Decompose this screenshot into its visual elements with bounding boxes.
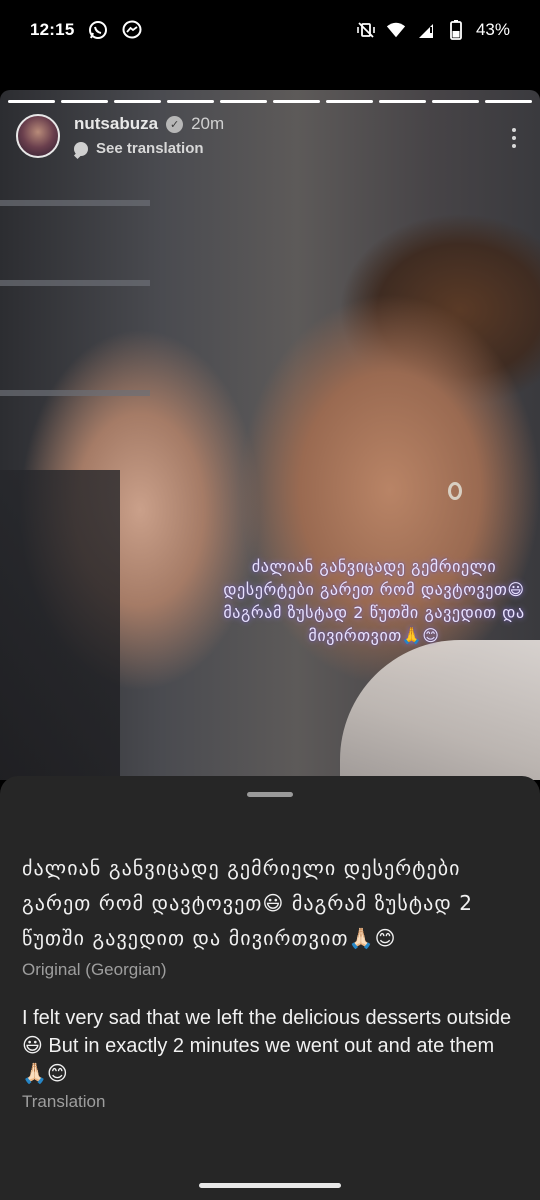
verified-badge-icon: ✓ bbox=[166, 115, 184, 133]
progress-segment bbox=[326, 100, 373, 103]
story-caption: ძალიან განვიცადე გემრიელი დესერტები გარე… bbox=[223, 557, 525, 645]
background-shelf bbox=[0, 200, 150, 206]
translation-text: I felt very sad that we left the delicio… bbox=[22, 1007, 512, 1085]
progress-segment bbox=[485, 100, 532, 103]
story-viewer[interactable]: nutsabuza ✓ 20m See translation ძალიან გ… bbox=[0, 90, 540, 780]
status-right: 43% bbox=[356, 20, 510, 40]
see-translation-button[interactable]: See translation bbox=[74, 140, 224, 157]
background-shelf bbox=[0, 280, 150, 286]
see-translation-label: See translation bbox=[96, 140, 204, 157]
status-time: 12:15 bbox=[30, 20, 75, 39]
story-progress bbox=[8, 100, 532, 103]
more-options-button[interactable] bbox=[504, 124, 524, 152]
sheet-drag-handle[interactable] bbox=[247, 792, 293, 797]
original-label: Original (Georgian) bbox=[22, 960, 167, 979]
background-panel bbox=[0, 470, 120, 780]
original-text: ძალიან განვიცადე გემრიელი დესერტები გარე… bbox=[22, 856, 474, 950]
translation-label: Translation bbox=[22, 1092, 106, 1111]
header-top: nutsabuza ✓ 20m bbox=[74, 114, 224, 134]
dot-icon bbox=[512, 136, 516, 140]
avatar[interactable] bbox=[16, 114, 60, 158]
dot-icon bbox=[512, 128, 516, 132]
status-bar: 12:15 43% bbox=[0, 0, 540, 60]
story-header: nutsabuza ✓ 20m See translation bbox=[16, 114, 524, 158]
status-left: 12:15 bbox=[30, 20, 142, 40]
gesture-nav-bar[interactable] bbox=[199, 1183, 341, 1188]
shirt-shape bbox=[340, 640, 540, 780]
progress-segment bbox=[167, 100, 214, 103]
dot-icon bbox=[512, 144, 516, 148]
progress-segment bbox=[220, 100, 267, 103]
progress-segment bbox=[432, 100, 479, 103]
progress-segment bbox=[8, 100, 55, 103]
earring-shape bbox=[448, 482, 462, 500]
progress-segment bbox=[273, 100, 320, 103]
progress-segment bbox=[379, 100, 426, 103]
signal-icon bbox=[416, 20, 436, 40]
speech-bubble-icon bbox=[74, 141, 88, 156]
username[interactable]: nutsabuza bbox=[74, 114, 158, 134]
wifi-icon bbox=[386, 20, 406, 40]
messenger-icon bbox=[122, 20, 142, 40]
battery-icon bbox=[446, 20, 466, 40]
translation-sheet: ძალიან განვიცადე გემრიელი დესერტები გარე… bbox=[0, 776, 540, 1200]
background-shelf bbox=[0, 390, 150, 396]
header-text: nutsabuza ✓ 20m See translation bbox=[74, 114, 224, 157]
vibrate-off-icon bbox=[356, 20, 376, 40]
time-ago: 20m bbox=[191, 114, 225, 133]
whatsapp-icon bbox=[88, 20, 108, 40]
progress-segment bbox=[114, 100, 161, 103]
progress-segment bbox=[61, 100, 108, 103]
battery-percent: 43% bbox=[475, 20, 510, 39]
